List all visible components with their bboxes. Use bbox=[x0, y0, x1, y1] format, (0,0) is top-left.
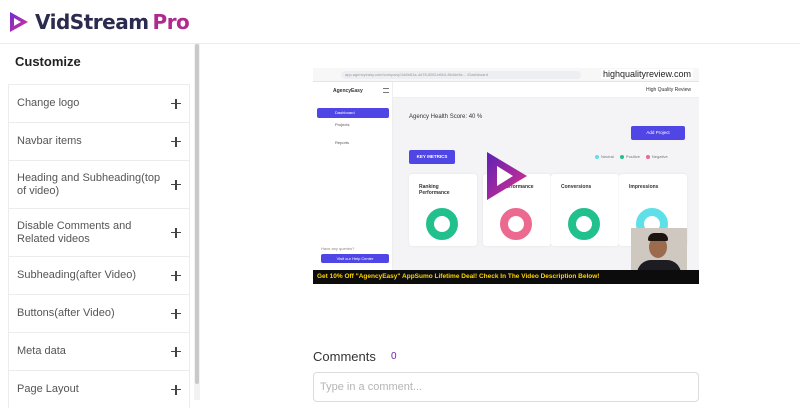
video-app-nav-item: Projects bbox=[335, 122, 350, 127]
metric-title: Conversions bbox=[561, 184, 592, 190]
sidebar-item-disable-comments[interactable]: Disable Comments and Related videos bbox=[8, 208, 190, 256]
video-add-project: Add Project bbox=[631, 126, 685, 140]
top-bar: VidStream Pro bbox=[0, 0, 800, 44]
plus-icon[interactable] bbox=[171, 179, 181, 190]
sidebar-item-label: Heading and Subheading(top of video) bbox=[17, 171, 161, 197]
legend-item: Positive bbox=[620, 154, 640, 159]
brand[interactable]: VidStream Pro bbox=[8, 10, 190, 34]
video-app-logo: AgencyEasy bbox=[333, 88, 363, 94]
sidebar-item-meta-data[interactable]: Meta data bbox=[8, 332, 190, 370]
plus-icon[interactable] bbox=[171, 346, 181, 357]
plus-icon[interactable] bbox=[171, 227, 181, 238]
video-metric-card: Conversions bbox=[551, 174, 619, 246]
presenter-hair bbox=[648, 233, 668, 241]
sidebar-item-label: Disable Comments and Related videos bbox=[17, 219, 132, 245]
video-player[interactable]: app.agencyeasy.com/company/1d6b81a-4d78-… bbox=[313, 68, 699, 284]
menu-icon bbox=[383, 88, 389, 93]
legend-item: Negative bbox=[646, 154, 668, 159]
donut-chart bbox=[500, 208, 532, 240]
video-app-nav-item: Reports bbox=[335, 140, 350, 145]
video-legend: Neutral Positive Negative bbox=[595, 154, 668, 159]
plus-icon[interactable] bbox=[171, 384, 181, 395]
video-app-nav-active: Dashboard bbox=[317, 108, 389, 118]
sidebar-title: Customize bbox=[15, 54, 81, 69]
play-icon[interactable] bbox=[485, 150, 529, 202]
sidebar-item-navbar-items[interactable]: Navbar items bbox=[8, 122, 190, 160]
video-app-sidebar: AgencyEasy Dashboard Projects Reports Ha… bbox=[313, 82, 393, 270]
sidebar-item-subheading-after-video[interactable]: Subheading(after Video) bbox=[8, 256, 190, 294]
comment-input[interactable] bbox=[313, 372, 699, 402]
video-promo-banner: Get 10% Off "AgencyEasy" AppSumo Lifetim… bbox=[313, 270, 699, 284]
plus-icon[interactable] bbox=[171, 270, 181, 281]
main-content: app.agencyeasy.com/company/1d6b81a-4d78-… bbox=[200, 44, 800, 402]
brand-suffix: Pro bbox=[152, 10, 190, 34]
video-app-help-button: Visit our Help Center bbox=[321, 254, 389, 263]
video-browser-url: app.agencyeasy.com/company/1d6b81a-4d78-… bbox=[341, 71, 581, 79]
brand-name: VidStream bbox=[35, 10, 149, 34]
sidebar-item-page-layout[interactable]: Page Layout bbox=[8, 370, 190, 408]
sidebar-item-label: Page Layout bbox=[17, 383, 79, 395]
sidebar-list: Change logo Navbar items Heading and Sub… bbox=[8, 84, 190, 408]
play-triangle-logo bbox=[10, 12, 28, 32]
plus-icon[interactable] bbox=[171, 136, 181, 147]
video-app-header: High Quality Review bbox=[393, 82, 699, 98]
video-app-user: High Quality Review bbox=[645, 87, 691, 93]
sidebar-scroll-thumb[interactable] bbox=[195, 44, 199, 384]
sidebar-item-label: Subheading(after Video) bbox=[17, 269, 137, 281]
video-app-help-text: Have any queries? bbox=[321, 246, 355, 251]
sidebar-item-heading-subheading[interactable]: Heading and Subheading(top of video) bbox=[8, 160, 190, 208]
metric-title: Impressions bbox=[629, 184, 659, 190]
donut-chart bbox=[426, 208, 458, 240]
plus-icon[interactable] bbox=[171, 98, 181, 109]
legend-item: Neutral bbox=[595, 154, 614, 159]
customize-sidebar: Customize Change logo Navbar items Headi… bbox=[0, 44, 200, 408]
sidebar-item-label: Meta data bbox=[17, 345, 66, 357]
donut-chart bbox=[568, 208, 600, 240]
comments-title: Comments bbox=[313, 349, 376, 364]
metric-title: Ranking Performance bbox=[419, 184, 450, 196]
video-key-metrics: KEY METRICS bbox=[409, 150, 455, 164]
sidebar-item-buttons-after-video[interactable]: Buttons(after Video) bbox=[8, 294, 190, 332]
sidebar-item-label: Navbar items bbox=[17, 135, 82, 147]
sidebar-item-label: Buttons(after Video) bbox=[17, 307, 115, 319]
plus-icon[interactable] bbox=[171, 308, 181, 319]
video-health-score: Agency Health Score: 40 % bbox=[409, 114, 483, 120]
comments-count: 0 bbox=[391, 351, 397, 362]
sidebar-item-label: Change logo bbox=[17, 97, 80, 109]
video-metric-card: Ranking Performance bbox=[409, 174, 477, 246]
sidebar-item-change-logo[interactable]: Change logo bbox=[8, 84, 190, 122]
video-watermark: highqualityreview.com bbox=[600, 69, 693, 79]
